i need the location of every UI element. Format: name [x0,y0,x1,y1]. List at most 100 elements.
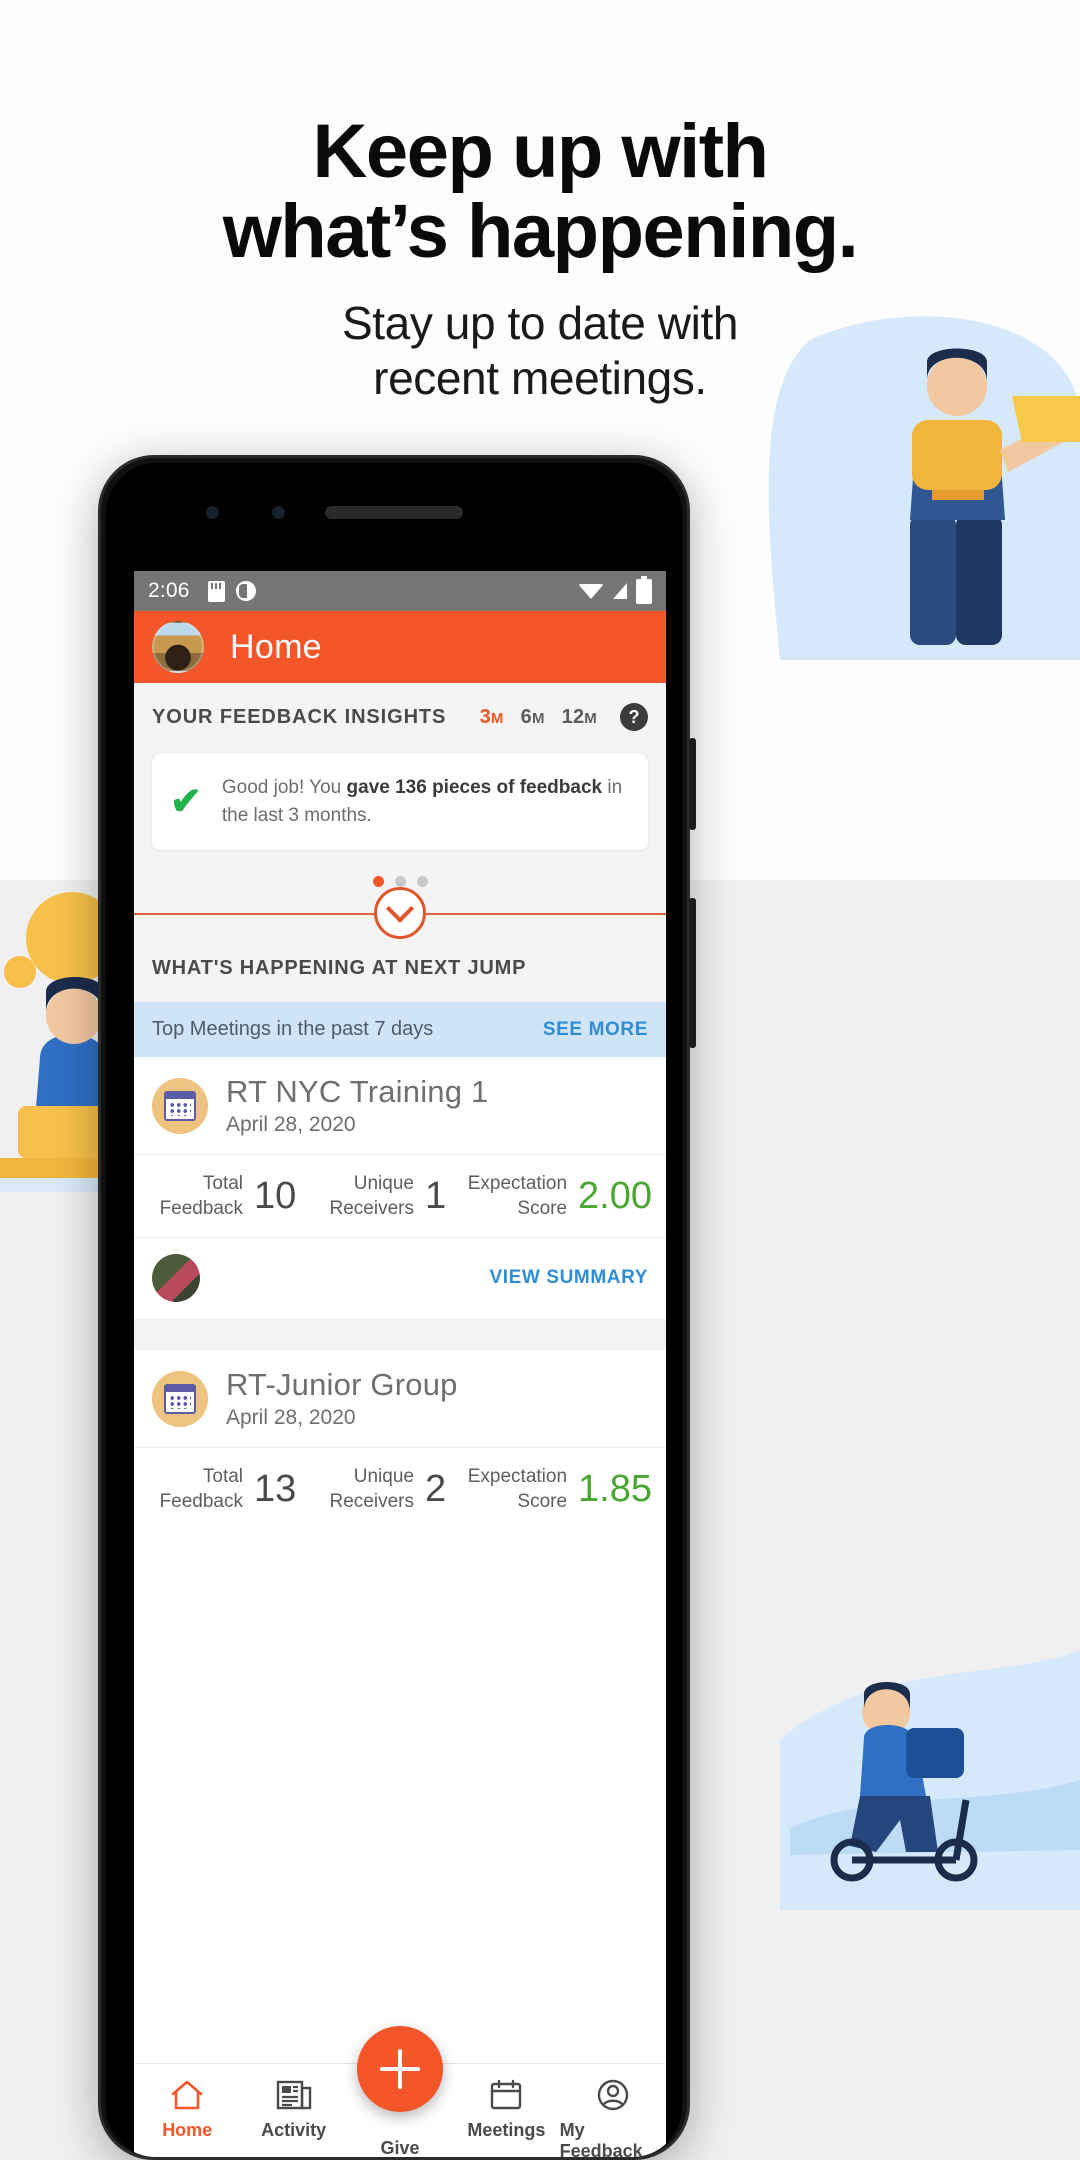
meeting-date: April 28, 2020 [226,1113,356,1136]
carousel-dot-3[interactable] [416,876,428,887]
stat-label: Expectation Score [467,1173,568,1219]
range-option-12m[interactable]: 12M [562,706,597,729]
help-icon[interactable]: ? [620,703,648,731]
avatar[interactable] [152,621,204,673]
expander-divider [134,887,666,941]
carousel-dots [134,850,666,887]
stat-expectation-score: Expectation Score 2.00 [468,1171,652,1221]
carousel-dot-2[interactable] [394,876,406,887]
status-bar-time: 2:06 [148,579,190,602]
range-option-6m[interactable]: 6M [521,706,545,729]
calendar-icon [152,1077,208,1134]
battery-icon [636,575,652,604]
meeting-card[interactable]: RT NYC Training 1 April 28, 2020 Total Fe… [134,1057,666,1318]
meeting-stats: Total Feedback 13 Unique Receivers 2 Expec… [134,1447,666,1530]
stat-value: 1.85 [578,1467,653,1510]
nav-item-give[interactable]: Give [347,2026,453,2157]
promo-headline: Keep up with what’s happening. [0,112,1080,272]
plus-icon[interactable] [357,2026,443,2112]
phone-front-camera [206,506,219,519]
promo-subheadline: Stay up to date with recent meetings. [0,296,1080,406]
meeting-header: RT NYC Training 1 April 28, 2020 [134,1057,666,1154]
stat-value: 10 [254,1174,297,1217]
insight-card-text: Good job! You gave 136 pieces of feedbac… [222,774,630,830]
nav-label: Activity [261,2120,327,2140]
illustration-person-scooter [780,1650,1080,1910]
stat-total-feedback: Total Feedback 13 [148,1464,308,1514]
nav-item-home[interactable]: Home [134,2064,240,2141]
stat-value: 2 [424,1467,447,1510]
chevron-down-icon[interactable] [374,887,426,939]
carousel-dot-1[interactable] [372,876,384,887]
insight-card[interactable]: ✔ Good job! You gave 136 pieces of feedb… [152,754,648,850]
calendar-icon [489,2077,523,2113]
feedback-insights-section: YOUR FEEDBACK INSIGHTS 3M 6M 12M ? ✔ Goo… [134,683,666,941]
nav-item-my-feedback[interactable]: My Feedback [560,2064,666,2157]
calendar-icon [152,1370,208,1427]
meeting-card[interactable]: RT-Junior Group April 28, 2020 Total Feed… [134,1350,666,1530]
status-bar: 2:06 [134,571,666,611]
top-meetings-banner: Top Meetings in the past 7 days SEE MORE [134,1002,666,1057]
insights-title: YOUR FEEDBACK INSIGHTS [152,705,447,728]
meeting-date: April 28, 2020 [226,1406,356,1429]
promo-subheadline-line2: recent meetings. [373,352,707,404]
range-option-3m[interactable]: 3M [480,706,504,729]
stat-unique-receivers: Unique Receivers 1 [308,1171,468,1221]
participant-avatar[interactable] [152,1254,200,1302]
app-bar: Home [134,611,666,683]
happening-title: WHAT'S HAPPENING AT NEXT JUMP [134,941,666,1002]
stat-label: Expectation Score [467,1466,568,1512]
stat-value: 2.00 [578,1174,653,1217]
phone-mockup: 2:06 Home YOUR FEEDBACK INSIGHTS 3M 6M 1… [98,455,696,2160]
wifi-icon [578,583,604,599]
check-icon: ✔ [170,781,202,823]
nav-label: Meetings [467,2120,546,2140]
stat-value: 1 [424,1174,447,1217]
sd-card-icon [207,580,225,602]
stat-label: Total Feedback [159,1173,244,1219]
nav-item-activity[interactable]: Activity [240,2064,346,2141]
nav-label: Give [380,2138,420,2157]
stat-label: Unique Receivers [329,1466,414,1512]
view-summary-link[interactable]: VIEW SUMMARY [490,1267,649,1289]
do-not-disturb-icon [235,581,256,601]
meeting-name: RT-Junior Group [226,1367,458,1402]
stat-label: Total Feedback [159,1466,244,1512]
meeting-titles: RT NYC Training 1 April 28, 2020 [226,1074,488,1137]
phone-earpiece [325,506,463,519]
meeting-titles: RT-Junior Group April 28, 2020 [226,1367,458,1430]
promo-headline-line1: Keep up with [312,109,769,194]
newspaper-icon [276,2077,312,2113]
phone-sensor [272,506,285,519]
stat-unique-receivers: Unique Receivers 2 [308,1464,468,1514]
insight-text-before: Good job! You [221,777,347,798]
top-meetings-label: Top Meetings in the past 7 days [152,1018,434,1040]
promo-headline-line2: what’s happening. [222,189,859,274]
stat-total-feedback: Total Feedback 10 [148,1171,308,1221]
bottom-navigation: Home Activity Give Meetings My Feedback [134,2026,666,2157]
page-title: Home [230,627,322,666]
section-gap [134,1318,666,1350]
meeting-stats: Total Feedback 10 Unique Receivers 1 Expec… [134,1154,666,1237]
app-screen: 2:06 Home YOUR FEEDBACK INSIGHTS 3M 6M 1… [134,571,666,2157]
signal-icon [613,583,627,599]
meeting-header: RT-Junior Group April 28, 2020 [134,1350,666,1447]
nav-label: My Feedback [559,2120,643,2157]
home-icon [170,2077,204,2113]
phone-volume-button[interactable] [689,898,696,1048]
phone-power-button[interactable] [689,738,696,830]
see-more-link[interactable]: SEE MORE [543,1019,648,1041]
meeting-name: RT NYC Training 1 [226,1074,489,1109]
stat-expectation-score: Expectation Score 1.85 [468,1464,652,1514]
nav-item-meetings[interactable]: Meetings [453,2064,559,2141]
account-circle-icon [596,2077,630,2113]
nav-label: Home [162,2120,213,2140]
meeting-footer: VIEW SUMMARY [134,1237,666,1318]
status-bar-right-icons [578,575,652,604]
insights-header: YOUR FEEDBACK INSIGHTS 3M 6M 12M ? [134,703,666,731]
phone-bezel: 2:06 Home YOUR FEEDBACK INSIGHTS 3M 6M 1… [106,463,682,2157]
insight-text-bold: gave 136 pieces of feedback [346,777,603,798]
stat-label: Unique Receivers [329,1173,414,1219]
status-bar-left-icons [207,580,256,602]
promo-subheadline-line1: Stay up to date with [341,297,739,349]
